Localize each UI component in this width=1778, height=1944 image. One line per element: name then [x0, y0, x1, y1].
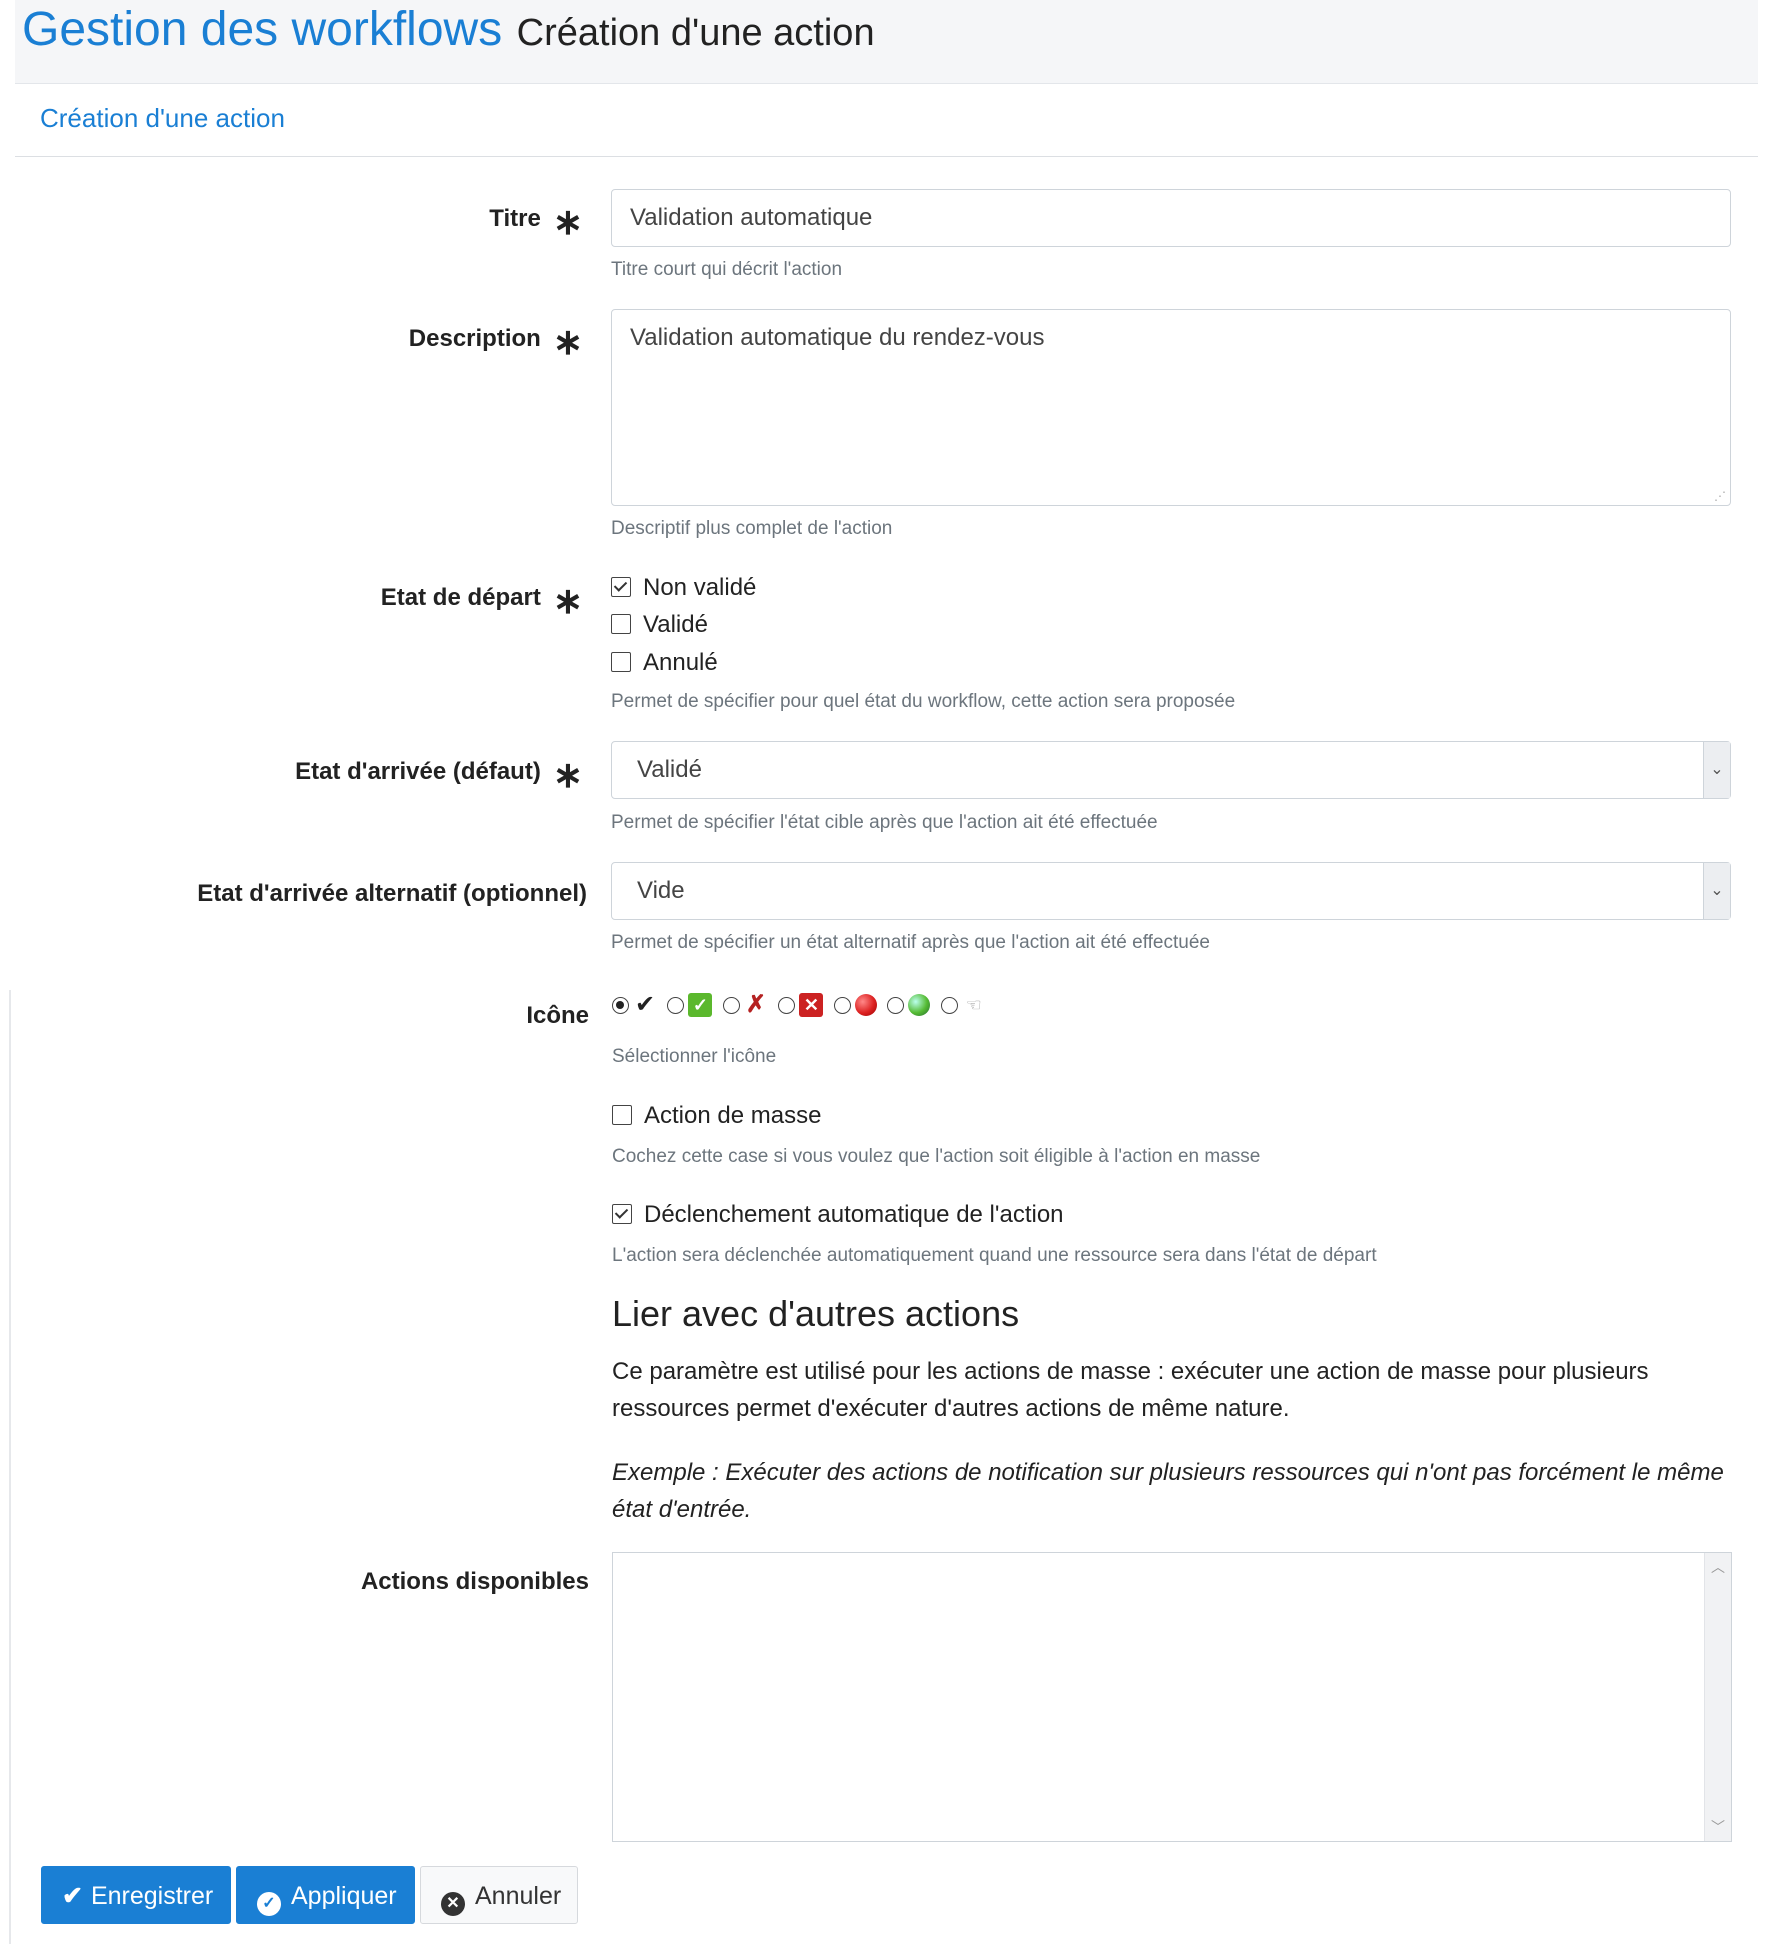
icone-label: Icône [526, 1002, 589, 1030]
declenchement-auto-checkbox-row[interactable]: Déclenchement automatique de l'action [612, 1201, 1064, 1229]
green-check-box-icon: ✓ [688, 993, 713, 1017]
option-label: Validé [643, 611, 708, 638]
required-asterisk-icon: ∗ [552, 321, 583, 362]
tab-bar: Création d'une action [15, 85, 1758, 157]
checkbox[interactable] [612, 1105, 632, 1125]
save-button-label: Enregistrer [90, 1882, 214, 1910]
checkbox[interactable] [611, 652, 631, 672]
declenchement-auto-help: L'action sera déclenchée automatiquement… [612, 1245, 1377, 1266]
icone-label-text: Icône [526, 1002, 589, 1029]
actions-disponibles-label-text: Actions disponibles [360, 1568, 589, 1595]
icon-option[interactable] [887, 994, 936, 1016]
titre-label: Titre ∗ [489, 201, 583, 242]
chevron-up-icon[interactable]: ︿ [1705, 1557, 1731, 1577]
etat-arrivee-select-value: Validé [637, 756, 702, 783]
option-label: Annulé [643, 649, 718, 676]
icon-option[interactable]: ✓ [667, 993, 718, 1017]
check-circle-icon: ✓ [257, 1892, 281, 1916]
description-textarea[interactable]: Validation automatique du rendez-vous ⋰ [611, 309, 1731, 506]
etat-depart-option-annule[interactable]: Annulé [611, 649, 718, 677]
required-asterisk-icon: ∗ [552, 201, 583, 242]
declenchement-auto-label: Déclenchement automatique de l'action [644, 1201, 1064, 1228]
checkbox[interactable] [611, 614, 631, 634]
etat-arrivee-select[interactable]: Validé ⌄ [611, 741, 1731, 799]
radio[interactable] [940, 996, 958, 1014]
action-masse-help: Cochez cette case si vous voulez que l'a… [612, 1146, 1261, 1167]
page-header: Gestion des workflows Création d'une act… [15, 0, 1758, 84]
etat-depart-label: Etat de départ ∗ [380, 580, 583, 621]
linked-actions-example: Exemple : Exécuter des actions de notifi… [612, 1459, 1724, 1523]
required-asterisk-icon: ∗ [552, 754, 583, 795]
page-title-main: Gestion des workflows [22, 3, 503, 56]
page-title: Gestion des workflows Création d'une act… [22, 2, 875, 57]
description-textarea-value: Validation automatique du rendez-vous [630, 324, 1045, 351]
titre-input-value: Validation automatique [630, 204, 873, 231]
etat-arrivee-label: Etat d'arrivée (défaut) ∗ [295, 754, 583, 795]
checkbox-checked[interactable] [612, 1204, 632, 1224]
etat-depart-option-non-valide[interactable]: Non validé [611, 574, 756, 602]
etat-arrivee-alt-label: Etat d'arrivée alternatif (optionnel) [197, 880, 587, 908]
etat-arrivee-alt-help: Permet de spécifier un état alternatif a… [611, 932, 1210, 953]
radio[interactable] [722, 996, 740, 1014]
chevron-down-icon[interactable]: ⌄ [1703, 742, 1730, 798]
etat-arrivee-help: Permet de spécifier l'état cible après q… [611, 812, 1158, 833]
titre-label-text: Titre [489, 205, 541, 232]
chevron-down-icon[interactable]: ⌄ [1703, 863, 1730, 919]
icone-help: Sélectionner l'icône [612, 1046, 777, 1067]
checkmark-icon: ✔ [634, 991, 656, 1018]
icon-radio-group: ✔ ✓ ✗ ✕ ☜ [612, 993, 992, 1023]
icon-option[interactable]: ☜ [940, 993, 992, 1017]
radio[interactable] [887, 996, 905, 1014]
etat-arrivee-alt-select-value: Vide [637, 877, 685, 904]
titre-input[interactable]: Validation automatique [611, 189, 1731, 247]
save-button[interactable]: ✔ Enregistrer [41, 1866, 231, 1924]
red-ball-icon [854, 994, 877, 1016]
linked-actions-title: Lier avec d'autres actions [612, 1293, 1020, 1334]
resize-grip-icon[interactable]: ⋰ [1714, 489, 1726, 503]
apply-button[interactable]: ✓ Appliquer [236, 1866, 415, 1924]
radio[interactable] [833, 996, 851, 1014]
icon-option[interactable]: ✗ [722, 991, 774, 1018]
etat-depart-help: Permet de spécifier pour quel état du wo… [611, 691, 1236, 712]
option-label: Non validé [643, 574, 757, 601]
actions-disponibles-listbox[interactable]: ︿ ﹀ [612, 1552, 1732, 1842]
green-ball-icon [908, 994, 931, 1016]
icon-option[interactable]: ✕ [778, 993, 829, 1017]
etat-arrivee-alt-label-text: Etat d'arrivée alternatif (optionnel) [197, 880, 587, 907]
listbox-scrollbar[interactable]: ︿ ﹀ [1704, 1553, 1731, 1841]
red-x-box-icon: ✕ [799, 993, 824, 1017]
etat-arrivee-label-text: Etat d'arrivée (défaut) [295, 758, 541, 785]
radio[interactable] [778, 996, 796, 1014]
action-masse-label: Action de masse [644, 1102, 822, 1129]
etat-depart-label-text: Etat de départ [380, 584, 541, 611]
close-circle-icon: ✕ [441, 1892, 465, 1916]
linked-actions-description: Ce paramètre est utilisé pour les action… [612, 1358, 1649, 1422]
tab-creation-action[interactable]: Création d'une action [40, 103, 285, 134]
cancel-button-label: Annuler [475, 1882, 562, 1910]
actions-disponibles-label: Actions disponibles [361, 1568, 589, 1596]
apply-button-label: Appliquer [291, 1882, 397, 1910]
radio-selected[interactable] [612, 996, 629, 1014]
checkmark-icon: ✔ [62, 1882, 83, 1910]
icon-option[interactable] [833, 994, 883, 1016]
chevron-down-icon[interactable]: ﹀ [1705, 1817, 1731, 1837]
action-masse-checkbox-row[interactable]: Action de masse [612, 1102, 821, 1130]
checkbox-checked[interactable] [611, 577, 631, 597]
etat-depart-option-valide[interactable]: Validé [611, 611, 708, 639]
hand-pointer-icon: ☜ [965, 995, 982, 1015]
description-label-text: Description [408, 325, 541, 352]
etat-arrivee-alt-select[interactable]: Vide ⌄ [611, 862, 1731, 920]
radio[interactable] [667, 996, 685, 1014]
titre-help: Titre court qui décrit l'action [611, 259, 843, 280]
left-divider [9, 990, 11, 1944]
required-asterisk-icon: ∗ [552, 580, 583, 621]
description-help: Descriptif plus complet de l'action [611, 518, 893, 539]
icon-option[interactable]: ✔ [612, 993, 663, 1017]
cancel-button[interactable]: ✕ Annuler [420, 1866, 578, 1924]
red-x-icon: ✗ [745, 991, 766, 1018]
page-title-subtitle: Création d'une action [516, 12, 875, 54]
description-label: Description ∗ [408, 321, 583, 362]
